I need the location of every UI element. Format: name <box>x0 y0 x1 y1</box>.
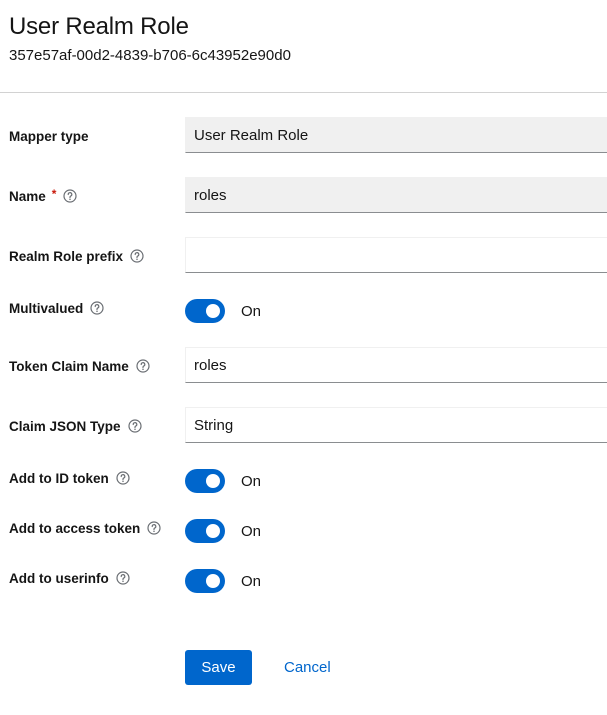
name-label: Name * <box>9 181 78 211</box>
switch-state-label: On <box>241 522 262 540</box>
help-circle-icon[interactable] <box>127 419 142 433</box>
add-to-access-token-label-text: Add to access token <box>9 520 141 536</box>
add-to-id-token-label: Add to ID token <box>9 463 130 493</box>
switch-track[interactable] <box>185 569 225 593</box>
multivalued-switch[interactable]: On <box>185 299 261 323</box>
add-to-userinfo-switch[interactable]: On <box>185 569 261 593</box>
switch-knob <box>206 574 220 588</box>
token-claim-name-input[interactable] <box>185 347 607 383</box>
switch-state-label: On <box>241 302 262 320</box>
help-circle-icon[interactable] <box>90 301 104 315</box>
mapper-type-label: Mapper type <box>9 121 89 151</box>
mapper-type-label-text: Mapper type <box>9 128 89 144</box>
realm-role-prefix-label-text: Realm Role prefix <box>9 248 124 264</box>
token-claim-name-label-text: Token Claim Name <box>9 358 129 374</box>
claim-json-type-label-text: Claim JSON Type <box>9 418 121 434</box>
switch-state-label: On <box>241 472 262 490</box>
help-circle-icon[interactable] <box>130 249 144 263</box>
mapper-type-input[interactable] <box>185 117 607 153</box>
switch-track[interactable] <box>185 299 225 323</box>
realm-role-prefix-input[interactable] <box>185 237 607 273</box>
switch-track[interactable] <box>185 519 225 543</box>
mapper-id: 357e57af-00d2-4839-b706-6c43952e90d0 <box>9 47 291 64</box>
add-to-access-token-label: Add to access token <box>9 513 161 543</box>
add-to-id-token-switch[interactable]: On <box>185 469 261 493</box>
realm-role-prefix-label: Realm Role prefix <box>9 241 144 271</box>
switch-state-label: On <box>241 572 262 590</box>
required-indicator: * <box>51 187 57 201</box>
help-circle-icon[interactable] <box>136 359 150 373</box>
claim-json-type-label: Claim JSON Type <box>9 411 142 441</box>
help-circle-icon[interactable] <box>116 471 130 485</box>
help-circle-icon[interactable] <box>63 189 78 203</box>
cancel-button[interactable]: Cancel <box>272 650 343 685</box>
add-to-userinfo-label: Add to userinfo <box>9 563 130 593</box>
add-to-id-token-label-text: Add to ID token <box>9 470 109 486</box>
page-title: User Realm Role <box>9 13 189 40</box>
name-label-text: Name <box>9 188 46 204</box>
switch-track[interactable] <box>185 469 225 493</box>
save-button[interactable]: Save <box>185 650 252 685</box>
claim-json-type-input[interactable] <box>185 407 607 443</box>
help-circle-icon[interactable] <box>116 571 130 585</box>
token-claim-name-label: Token Claim Name <box>9 351 150 381</box>
help-circle-icon[interactable] <box>147 521 161 535</box>
add-to-access-token-switch[interactable]: On <box>185 519 261 543</box>
page-header: User Realm Role 357e57af-00d2-4839-b706-… <box>0 0 607 93</box>
switch-knob <box>206 474 220 488</box>
multivalued-label-text: Multivalued <box>9 300 84 316</box>
name-input[interactable] <box>185 177 607 213</box>
multivalued-label: Multivalued <box>9 293 104 323</box>
add-to-userinfo-label-text: Add to userinfo <box>9 570 109 586</box>
switch-knob <box>206 524 220 538</box>
switch-knob <box>206 304 220 318</box>
